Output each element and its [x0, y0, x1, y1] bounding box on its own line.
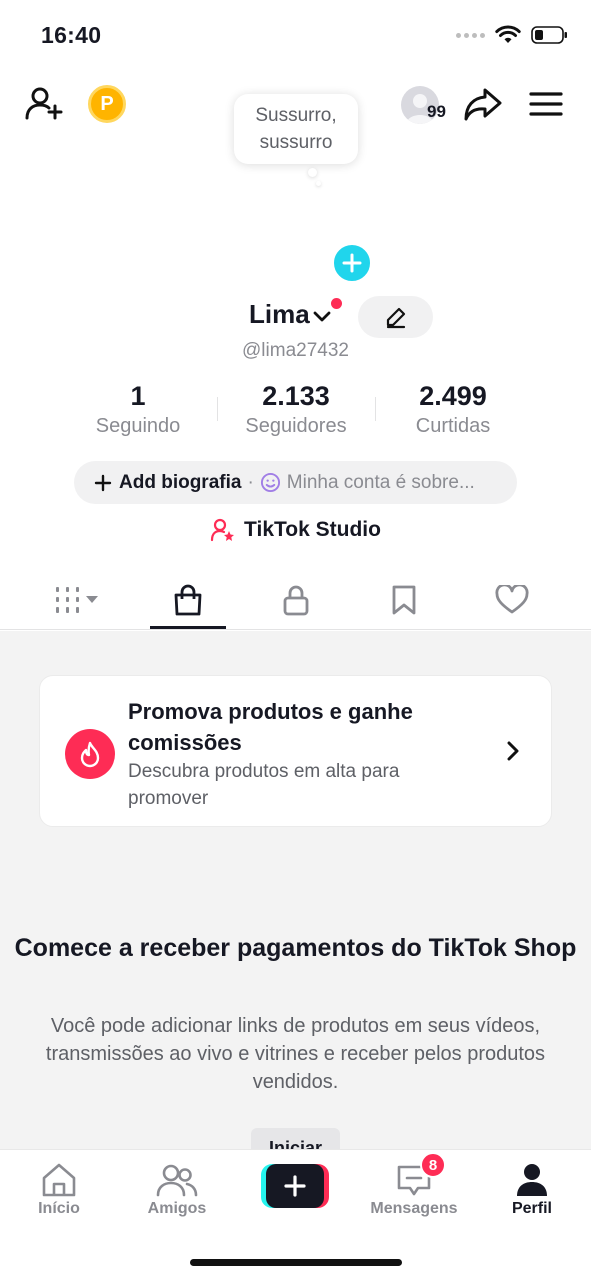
promo-subtitle: Descubra produtos em alta para promover [128, 761, 400, 809]
add-bio-label: Add biografia [119, 471, 242, 493]
promo-icon-badge [65, 729, 115, 779]
bubble-tail [308, 168, 317, 177]
shop-cta-title: Comece a receber pagamentos do TikTok Sh… [14, 934, 577, 962]
stat-followers[interactable]: 2.133 Seguidores [216, 380, 376, 440]
bio-separator: · [247, 471, 254, 493]
add-friend-icon[interactable] [24, 84, 64, 124]
nav-inbox[interactable]: Mensagens [364, 1160, 464, 1218]
tab-liked[interactable] [474, 574, 550, 626]
plus-icon [94, 474, 112, 491]
friends-count: 99 [427, 102, 446, 121]
edit-profile-button[interactable] [358, 296, 433, 338]
stat-label: Seguindo [95, 415, 181, 437]
nav-profile-label: Perfil [511, 1200, 552, 1217]
shop-cta-description: Você pode adicionar links de produtos em… [45, 1015, 546, 1093]
status-bar: 16:40 [0, 0, 591, 70]
add-bio-button[interactable]: Add biografia · Minha conta é sobre... [74, 461, 517, 504]
signal-icon [456, 32, 485, 38]
tab-favorites[interactable] [366, 574, 442, 626]
status-icons [456, 25, 569, 45]
menu-icon[interactable] [528, 86, 564, 122]
nav-home-label: Início [38, 1200, 80, 1217]
promo-card[interactable]: Promova produtos e ganhe comissões Descu… [39, 675, 552, 827]
coin-letter: P [88, 85, 126, 123]
plus-icon [284, 1175, 306, 1197]
friends-icon [156, 1164, 198, 1197]
shop-tab-content: Promova produtos e ganhe comissões Descu… [0, 631, 591, 1149]
profile-stats: 1 Seguindo 2.133 Seguidores 2.499 Curtid… [0, 380, 591, 440]
stat-value: 2.133 [262, 381, 330, 411]
bookmark-icon [392, 585, 416, 615]
coin-icon[interactable]: P [88, 85, 126, 123]
battery-icon [531, 26, 567, 44]
promo-title: Promova produtos e ganhe comissões [128, 699, 413, 755]
wifi-icon [495, 25, 521, 43]
tab-private[interactable] [258, 574, 334, 626]
status-bubble[interactable]: Sussurro, sussurro [234, 94, 358, 164]
stat-label: Seguidores [245, 415, 347, 437]
name-row: Lima [0, 296, 591, 338]
grid-icon [56, 587, 98, 613]
stat-label: Curtidas [415, 415, 491, 437]
stat-following[interactable]: 1 Seguindo [58, 380, 218, 440]
stat-value: 1 [130, 381, 146, 411]
bubble-line-1: Sussurro, [255, 105, 337, 126]
tiktok-studio-link[interactable]: TikTok Studio [0, 517, 591, 543]
nav-profile[interactable]: Perfil [482, 1160, 582, 1218]
add-avatar-button[interactable] [330, 241, 374, 285]
bio-hint: Minha conta é sobre... [286, 471, 475, 493]
status-time: 16:40 [41, 22, 102, 48]
stat-value: 2.499 [419, 381, 487, 411]
heart-icon [495, 585, 529, 614]
create-button-core [266, 1164, 324, 1208]
chevron-right-icon [503, 740, 523, 767]
inbox-badge: 8 [420, 1152, 446, 1178]
studio-label: TikTok Studio [244, 518, 381, 541]
profile-icon [517, 1164, 547, 1196]
home-icon [42, 1163, 76, 1197]
smile-icon [260, 472, 280, 493]
profile-name[interactable]: Lima [249, 299, 310, 330]
stat-likes[interactable]: 2.499 Curtidas [373, 380, 533, 440]
flame-icon [80, 741, 100, 768]
chevron-down-icon[interactable] [311, 305, 333, 327]
notification-dot [331, 298, 342, 309]
bubble-tail-small [316, 181, 321, 186]
nav-home[interactable]: Início [9, 1160, 109, 1218]
shop-start-button[interactable]: Iniciar [251, 1128, 340, 1149]
tab-videos[interactable] [42, 574, 118, 626]
lock-icon [283, 585, 309, 616]
nav-inbox-label: Mensagens [370, 1200, 458, 1217]
home-indicator [190, 1259, 402, 1266]
nav-friends[interactable]: Amigos [127, 1160, 227, 1218]
pencil-icon [386, 307, 405, 329]
share-icon[interactable] [463, 84, 503, 124]
shopping-bag-icon [174, 584, 202, 616]
create-button[interactable] [261, 1164, 329, 1208]
plus-icon [342, 253, 362, 273]
tab-shop[interactable] [150, 574, 226, 626]
nav-friends-label: Amigos [147, 1200, 207, 1217]
profile-handle: @lima27432 [242, 340, 349, 361]
studio-icon [210, 518, 235, 542]
bubble-line-2: sussurro [259, 132, 333, 153]
profile-tabs [0, 574, 591, 630]
active-tab-indicator [150, 626, 226, 629]
